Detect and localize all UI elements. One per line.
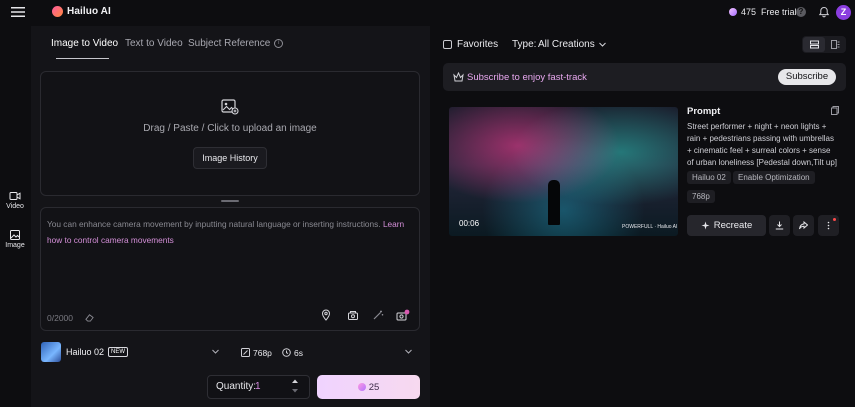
image-history-button[interactable]: Image History [193, 147, 267, 169]
video-thumbnail[interactable] [449, 107, 678, 236]
image-icon [10, 230, 20, 240]
decrement-icon[interactable] [292, 389, 298, 393]
rail-item-image[interactable]: Image [3, 229, 27, 249]
recreate-label: Recreate [713, 220, 753, 231]
optimization-chip: Enable Optimization [733, 171, 815, 184]
logo-mark-icon [52, 6, 63, 17]
free-trial-link[interactable]: Free trial [761, 7, 797, 17]
download-button[interactable] [769, 215, 790, 236]
prompt-placeholder: You can enhance camera movement by input… [47, 216, 413, 248]
notification-dot [833, 218, 836, 221]
credits-count: 475 [741, 7, 757, 17]
camera-control-icon[interactable] [347, 309, 359, 321]
help-icon[interactable]: ? [796, 7, 806, 17]
download-icon [775, 221, 784, 230]
hamburger-menu-icon[interactable] [11, 6, 25, 18]
new-badge: NEW [108, 347, 129, 357]
share-icon [799, 221, 808, 230]
tab-image-to-video[interactable]: Image to Video [51, 38, 118, 49]
magic-wand-icon[interactable] [372, 309, 384, 321]
model-name-text: Hailuo 02 [66, 347, 105, 357]
credit-icon [357, 383, 366, 391]
clock-icon [282, 348, 291, 357]
video-icon [9, 192, 21, 200]
subscribe-banner-text: Subscribe to enjoy fast-track [467, 72, 587, 83]
chevron-down-icon [598, 42, 606, 47]
credit-icon [729, 8, 737, 16]
rail-video-label: Video [6, 203, 24, 210]
model-chip: Hailuo 02 [687, 171, 731, 184]
prompt-enhance-icon[interactable] [396, 309, 410, 321]
notification-bell-icon[interactable] [818, 6, 830, 18]
video-duration: 00:06 [459, 219, 480, 228]
generate-button[interactable]: 25 [317, 375, 420, 399]
generate-credits: 25 [368, 381, 380, 393]
logo-text: Hailuo AI [67, 6, 111, 17]
tab-text-to-video[interactable]: Text to Video [125, 38, 183, 49]
favorites-checkbox[interactable] [443, 40, 452, 49]
model-thumbnail [41, 342, 61, 362]
logo[interactable]: Hailuo AI [52, 6, 111, 17]
more-vertical-icon [827, 221, 830, 230]
info-icon[interactable]: i [274, 39, 284, 48]
rail-item-video[interactable]: Video [3, 190, 27, 210]
list-view-button[interactable] [803, 37, 825, 52]
character-count: 0/2000 [47, 313, 73, 323]
rail-image-label: Image [5, 242, 25, 249]
list-view-icon [809, 40, 819, 49]
quantity-value[interactable]: 1 [255, 381, 261, 392]
detail-view-button[interactable] [825, 37, 846, 52]
type-filter-value: All Creations [538, 39, 595, 50]
upload-image-icon [221, 99, 239, 115]
quantity-label: Quantity: [216, 381, 257, 392]
resize-handle[interactable] [221, 200, 239, 202]
copy-icon[interactable] [831, 106, 839, 115]
video-figure [548, 180, 560, 225]
prompt-text: Street performer + night + neon lights +… [687, 122, 838, 167]
chevron-down-icon[interactable] [212, 349, 219, 354]
increment-icon[interactable] [292, 379, 298, 383]
sparkle-icon [701, 221, 710, 230]
subscribe-button[interactable]: Subscribe [778, 69, 836, 85]
model-name: Hailuo 02 NEW [66, 347, 129, 357]
favorites-label[interactable]: Favorites [457, 39, 498, 50]
tab-subject-reference[interactable]: Subject Reference i [188, 38, 284, 49]
clear-prompt-icon[interactable] [85, 313, 94, 322]
resolution-icon [241, 348, 250, 357]
crown-icon [453, 72, 464, 82]
share-button[interactable] [793, 215, 814, 236]
prompt-placeholder-text: You can enhance camera movement by input… [47, 219, 381, 229]
detail-view-icon [831, 40, 840, 49]
upload-instructions: Drag / Paste / Click to upload an image [143, 123, 317, 134]
type-filter-dropdown[interactable]: All Creations [538, 39, 606, 50]
duration-value: 6s [294, 348, 303, 358]
credits-display[interactable]: 475 [729, 7, 756, 17]
recreate-button[interactable]: Recreate [687, 215, 766, 236]
top-bar [0, 0, 855, 26]
resolution-chip: 768p [687, 190, 715, 203]
location-pin-icon[interactable] [320, 309, 332, 321]
resolution-value: 768p [253, 348, 272, 358]
chevron-down-icon[interactable] [405, 349, 412, 354]
active-tab-indicator [56, 58, 109, 59]
type-filter-label: Type: [512, 39, 537, 50]
prompt-title: Prompt [687, 106, 721, 117]
video-watermark: POWERFULL · Hailuo AI [622, 224, 678, 230]
tab-subject-reference-label: Subject Reference [188, 38, 271, 49]
avatar[interactable]: Z [836, 5, 851, 20]
